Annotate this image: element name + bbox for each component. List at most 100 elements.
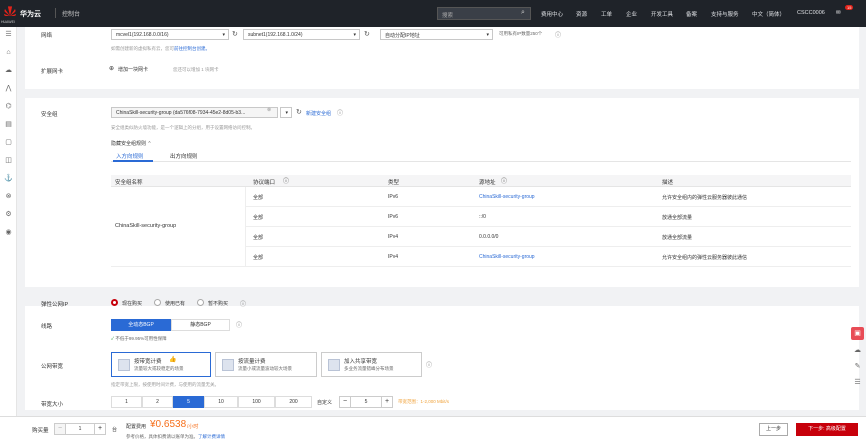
quantity-unit: 台 xyxy=(112,427,118,433)
nav-language[interactable]: 中文（简体） xyxy=(752,10,785,18)
add-icon[interactable]: ⊕ xyxy=(109,65,114,72)
list-icon[interactable]: ☰ xyxy=(851,376,864,389)
monitor-icon[interactable]: ⋀ xyxy=(4,84,13,93)
brand-name[interactable]: 华为云 xyxy=(20,9,41,19)
billing-card-traffic[interactable]: 按流量计费 流量小或流量波动较大场景 xyxy=(215,352,317,377)
line-label: 线路 xyxy=(41,324,53,330)
nav-resources[interactable]: 资源 xyxy=(576,10,587,18)
nav-billing[interactable]: 费用中心 xyxy=(541,10,563,18)
tab-underline xyxy=(111,161,851,162)
gear-icon[interactable]: ◉ xyxy=(4,228,13,237)
refresh-icon[interactable]: ↻ xyxy=(296,108,302,116)
chevron-down-icon: ▾ xyxy=(353,32,356,38)
refresh-icon[interactable]: ↻ xyxy=(232,30,238,38)
bandwidth-option-100[interactable]: 100 xyxy=(238,396,275,408)
quantity-decrease-button[interactable]: − xyxy=(54,423,66,435)
column-header: 描述 xyxy=(662,180,674,186)
new-security-group-link[interactable]: 新建安全组 xyxy=(306,110,331,117)
create-vpc-link[interactable]: 前往控制台创建。 xyxy=(174,46,210,51)
database-icon[interactable]: ◫ xyxy=(4,156,13,165)
line-option-static-bgp[interactable]: 静态BGP xyxy=(171,319,230,331)
bandwidth-option-200[interactable]: 200 xyxy=(275,396,312,408)
vpc-select[interactable]: mcvel1(192.168.0.0/16) ▾ xyxy=(111,29,229,40)
help-icon[interactable]: ⓘ xyxy=(240,299,246,308)
quantity-label: 购买量 xyxy=(32,428,49,434)
table-row: 全部 IPv6 ::/0 放通全部流量 xyxy=(246,207,851,227)
search-input[interactable]: 搜索 xyxy=(437,7,531,20)
cloud-icon[interactable]: ☁ xyxy=(4,66,13,75)
cloud-icon[interactable]: ☁ xyxy=(851,344,864,357)
network-icon[interactable]: ⌬ xyxy=(4,102,13,111)
radio-buy-now[interactable] xyxy=(111,299,118,306)
section-divider xyxy=(25,89,859,98)
message-badge: 15 xyxy=(845,5,854,10)
bandwidth-option-10[interactable]: 10 xyxy=(204,396,238,408)
chat-icon[interactable]: ▣ xyxy=(851,327,864,340)
storage-icon[interactable]: ▢ xyxy=(4,138,13,147)
home-icon[interactable]: ⌂ xyxy=(4,48,13,57)
billing-card-bandwidth[interactable]: 按带宽计费 👍 流量较大或较稳定的场景 xyxy=(111,352,211,377)
console-link[interactable]: 控制台 xyxy=(62,9,80,18)
help-icon[interactable]: ⓘ xyxy=(337,108,343,117)
nav-enterprise[interactable]: 企业 xyxy=(626,10,637,18)
tab-outbound[interactable]: 出方向规则 xyxy=(170,152,198,160)
bandwidth-input[interactable]: 5 xyxy=(351,396,381,408)
add-nic-button[interactable]: 增加一块网卡 xyxy=(118,66,148,73)
help-icon[interactable]: ⓘ xyxy=(426,360,432,369)
network-label: 网络 xyxy=(41,33,53,39)
price-value: ¥0.6538 xyxy=(150,419,187,430)
nav-account[interactable]: CSCC0006 xyxy=(797,10,825,16)
quantity-input[interactable]: 1 xyxy=(66,423,94,435)
radio-use-existing[interactable] xyxy=(154,299,161,306)
increase-button[interactable]: + xyxy=(381,396,393,408)
refresh-icon[interactable]: ↻ xyxy=(364,30,370,38)
anchor-icon[interactable]: ⚓ xyxy=(4,174,13,183)
nav-filing[interactable]: 备案 xyxy=(686,10,697,18)
table-row: 全部 IPv4 ChinaSkill-security-group 允许安全组内… xyxy=(246,247,851,267)
nav-tickets[interactable]: 工单 xyxy=(601,10,612,18)
settings-icon[interactable]: ⚙ xyxy=(4,210,13,219)
bandwidth-option-2[interactable]: 2 xyxy=(142,396,173,408)
security-group-select[interactable]: ChinaSkill-security-group (da576f08-7934… xyxy=(111,107,278,118)
security-group-dropdown[interactable]: ▾ xyxy=(280,107,292,118)
nav-support[interactable]: 支持与服务 xyxy=(711,10,739,18)
help-icon[interactable]: ⓘ xyxy=(555,30,561,39)
help-icon[interactable]: ⓘ xyxy=(501,176,507,185)
line-option-dynamic-bgp[interactable]: 全动态BGP xyxy=(111,319,171,331)
message-icon[interactable]: ✉ xyxy=(836,10,841,16)
table-row: 全部 IPv6 ChinaSkill-security-group 允许安全组内… xyxy=(246,187,851,207)
bandwidth-option-5[interactable]: 5 xyxy=(173,396,204,408)
quantity-increase-button[interactable]: + xyxy=(94,423,106,435)
source-link[interactable]: ChinaSkill-security-group xyxy=(479,194,535,200)
table-row: 全部 IPv4 0.0.0.0/0 放通全部流量 xyxy=(246,227,851,247)
chevron-down-icon: ▾ xyxy=(486,32,489,38)
help-icon[interactable]: ⓘ xyxy=(283,176,289,185)
billing-card-shared[interactable]: 加入共享带宽 多业务流量错峰分布场景 xyxy=(321,352,422,377)
group-name-cell: ChinaSkill-security-group xyxy=(111,187,246,267)
table-header: 安全组名称 协议端口 ⓘ 类型 源地址 ⓘ 描述 xyxy=(111,175,851,187)
source-link[interactable]: ChinaSkill-security-group xyxy=(479,254,535,260)
subnet-select[interactable]: subnet1(192.168.1.0/24) ▾ xyxy=(243,29,360,40)
service-icon[interactable]: ⊗ xyxy=(4,192,13,201)
toggle-rules-button[interactable]: 隐藏安全组规则 ⌃ xyxy=(111,140,152,147)
nav-devtools[interactable]: 开发工具 xyxy=(651,10,673,18)
next-button[interactable]: 下一步: 高级配置 xyxy=(796,423,858,436)
ip-mode-select[interactable]: 自动分配IP地址 ▾ xyxy=(380,29,493,40)
search-icon[interactable]: ⌕ xyxy=(521,9,525,17)
edit-icon[interactable]: ✎ xyxy=(851,360,864,373)
decrease-button[interactable]: − xyxy=(339,396,351,408)
billing-hint: 指定带宽上限，按使用时间计费，与使用的流量无关。 xyxy=(111,382,219,387)
clear-icon[interactable]: ⊗ xyxy=(267,107,271,113)
menu-icon[interactable]: ☰ xyxy=(4,30,13,39)
eip-option-label: 使用已有 xyxy=(165,301,186,307)
prev-button[interactable]: 上一步 xyxy=(759,423,788,436)
divider xyxy=(55,8,56,18)
tab-inbound[interactable]: 入方向规则 xyxy=(116,152,144,160)
help-icon[interactable]: ⓘ xyxy=(236,320,242,329)
bandwidth-option-1[interactable]: 1 xyxy=(111,396,142,408)
radio-skip[interactable] xyxy=(197,299,204,306)
document-icon[interactable]: ▤ xyxy=(4,120,13,129)
billing-details-link[interactable]: 了解计费详情 xyxy=(198,434,225,439)
main-content: 网络 mcvel1(192.168.0.0/16) ▾ ↻ subnet1(192… xyxy=(25,27,859,410)
active-tab-indicator xyxy=(113,160,153,162)
